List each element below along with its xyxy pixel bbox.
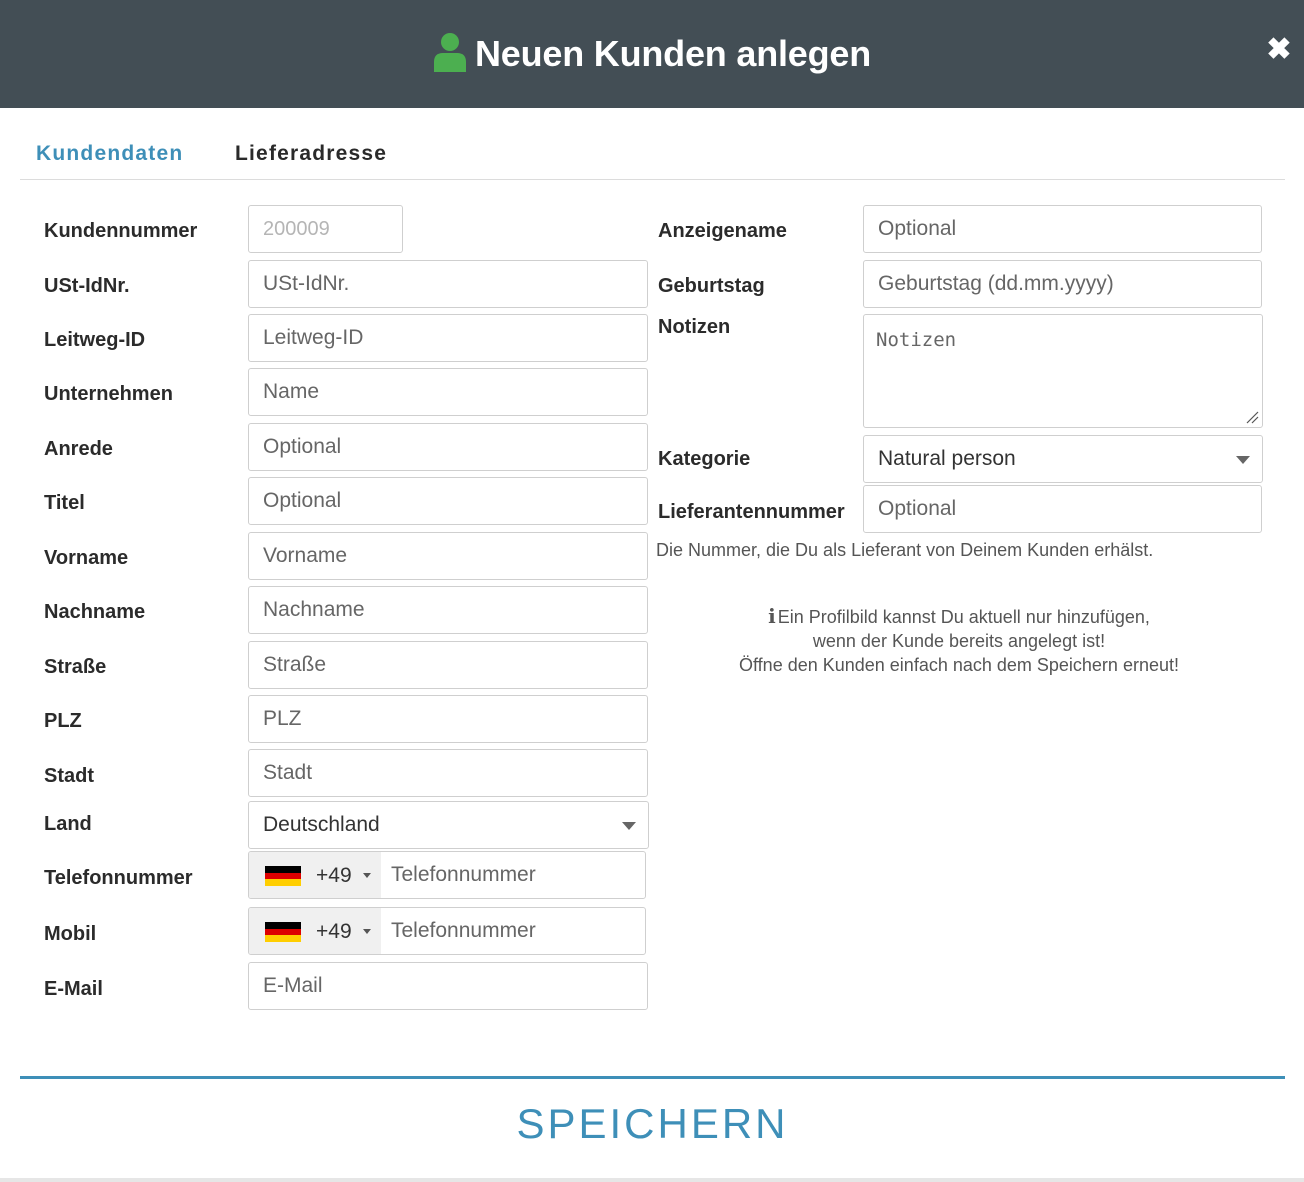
label-anzeigename: Anzeigename — [658, 220, 787, 242]
label-kundennummer: Kundennummer — [44, 220, 198, 242]
country-code: +49 — [316, 920, 352, 943]
chevron-down-icon — [622, 822, 636, 830]
tab-bar: Kundendaten Lieferadresse — [20, 130, 1285, 180]
label-email: E-Mail — [44, 978, 103, 1000]
nachname-input[interactable]: Nachname — [248, 586, 648, 634]
country-code: +49 — [316, 864, 352, 887]
label-mobil: Mobil — [44, 923, 97, 945]
telefon-field[interactable]: +49 Telefonnummer — [248, 851, 646, 899]
land-select-value: Deutschland — [263, 813, 380, 836]
telefon-input[interactable]: Telefonnummer — [391, 852, 536, 898]
kundennummer-input: 200009 — [248, 205, 403, 253]
lieferantennummer-input[interactable]: Optional — [863, 485, 1262, 533]
kategorie-select-value: Natural person — [878, 447, 1016, 470]
leitweg-input[interactable]: Leitweg-ID — [248, 314, 648, 362]
info-line-1: Ein Profilbild kannst Du aktuell nur hin… — [777, 607, 1150, 627]
user-icon — [433, 33, 466, 72]
label-titel: Titel — [44, 492, 85, 514]
info-line-2: wenn der Kunde bereits angelegt ist! — [812, 631, 1106, 651]
tab-kundendaten[interactable]: Kundendaten — [36, 142, 183, 166]
label-nachname: Nachname — [44, 601, 146, 623]
label-vorname: Vorname — [44, 547, 129, 569]
label-anrede: Anrede — [44, 438, 113, 460]
label-unternehmen: Unternehmen — [44, 383, 173, 405]
resize-grip-icon[interactable] — [1245, 410, 1259, 424]
notizen-placeholder: Notizen — [876, 329, 957, 351]
new-customer-modal: Neuen Kunden anlegen ✖ Kundendaten Liefe… — [0, 0, 1304, 1182]
modal-title: Neuen Kunden anlegen — [474, 33, 872, 74]
notizen-textarea[interactable]: Notizen — [863, 314, 1263, 428]
footer-divider — [20, 1076, 1285, 1079]
label-stadt: Stadt — [44, 765, 94, 787]
mobil-input[interactable]: Telefonnummer — [391, 908, 536, 954]
label-strasse: Straße — [44, 656, 107, 678]
ustid-input[interactable]: USt-IdNr. — [248, 260, 648, 308]
mobil-field[interactable]: +49 Telefonnummer — [248, 907, 646, 955]
stadt-input[interactable]: Stadt — [248, 749, 648, 797]
label-land: Land — [44, 813, 92, 835]
land-select[interactable]: Deutschland — [248, 801, 649, 849]
tab-lieferadresse[interactable]: Lieferadresse — [235, 142, 387, 166]
anrede-input[interactable]: Optional — [248, 423, 648, 471]
chevron-down-icon — [1236, 456, 1250, 464]
label-plz: PLZ — [44, 710, 82, 732]
germany-flag-icon — [265, 866, 301, 886]
germany-flag-icon — [265, 922, 301, 942]
save-button[interactable]: SPEICHERN — [20, 1096, 1285, 1152]
modal-title-wrap: Neuen Kunden anlegen — [0, 0, 1304, 108]
profile-picture-info: i Ein Profilbild kannst Du aktuell nur hi… — [656, 604, 1262, 677]
close-icon[interactable]: ✖ — [1264, 32, 1294, 68]
strasse-input[interactable]: Straße — [248, 641, 648, 689]
label-lieferantennummer: Lieferantennummer — [658, 501, 845, 523]
titel-input[interactable]: Optional — [248, 477, 648, 525]
geburtstag-input[interactable]: Geburtstag (dd.mm.yyyy) — [863, 260, 1262, 308]
plz-input[interactable]: PLZ — [248, 695, 648, 743]
caret-down-icon — [363, 929, 371, 934]
label-geburtstag: Geburtstag — [658, 275, 765, 297]
lieferantennummer-hint: Die Nummer, die Du als Lieferant von Dei… — [656, 540, 1154, 560]
info-icon: i — [768, 604, 776, 628]
info-line-3: Öffne den Kunden einfach nach dem Speich… — [739, 655, 1179, 675]
label-leitweg: Leitweg-ID — [44, 329, 146, 351]
label-telefon: Telefonnummer — [44, 867, 193, 889]
label-ustid: USt-IdNr. — [44, 275, 130, 297]
anzeigename-input[interactable]: Optional — [863, 205, 1262, 253]
modal-bottom-edge — [0, 1178, 1304, 1182]
kategorie-select[interactable]: Natural person — [863, 435, 1263, 483]
label-notizen: Notizen — [658, 316, 731, 338]
unternehmen-input[interactable]: Name — [248, 368, 648, 416]
label-kategorie: Kategorie — [658, 448, 751, 470]
caret-down-icon — [363, 873, 371, 878]
vorname-input[interactable]: Vorname — [248, 532, 648, 580]
country-code-dropdown[interactable]: +49 — [249, 852, 381, 898]
email-input[interactable]: E-Mail — [248, 962, 648, 1010]
country-code-dropdown[interactable]: +49 — [249, 908, 381, 954]
